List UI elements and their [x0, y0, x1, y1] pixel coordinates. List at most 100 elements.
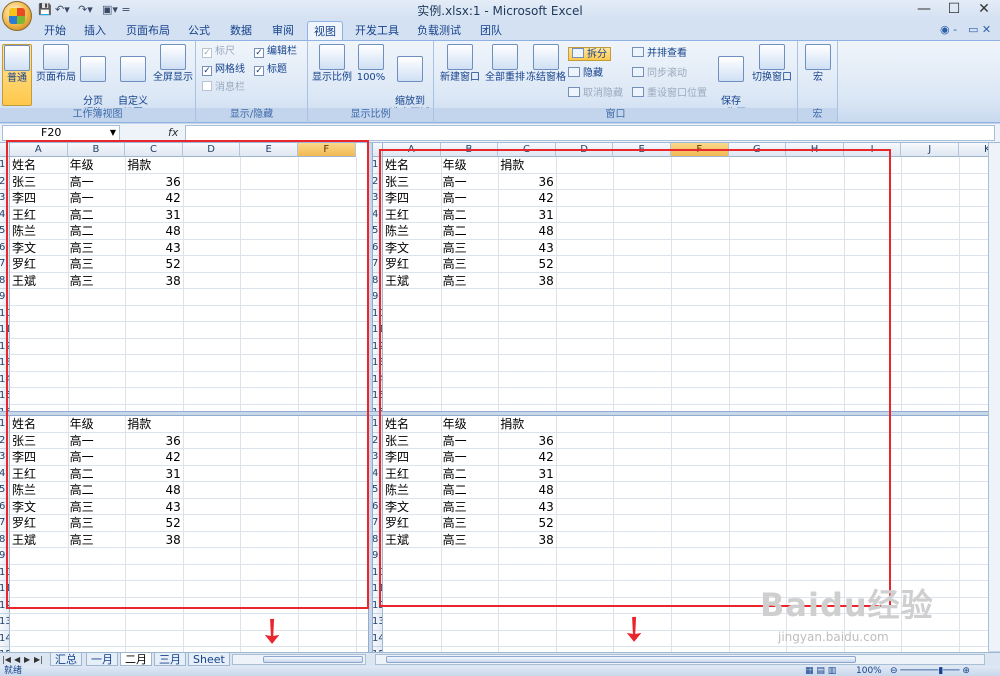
- table-cell[interactable]: 高二: [443, 207, 497, 223]
- freeze-panes-button[interactable]: 冻结窗格: [526, 44, 566, 84]
- table-cell[interactable]: 高三: [443, 532, 497, 548]
- row-header-10[interactable]: 10: [0, 564, 10, 581]
- tab-data[interactable]: 数据: [224, 21, 258, 40]
- table-cell[interactable]: 李文: [12, 240, 66, 256]
- table-cell[interactable]: 48: [500, 223, 554, 239]
- row-header-6[interactable]: 6: [373, 239, 383, 256]
- table-cell[interactable]: 48: [500, 482, 554, 498]
- table-cell[interactable]: 36: [500, 174, 554, 190]
- row-header-9[interactable]: 9: [373, 289, 383, 306]
- row-header-12[interactable]: 12: [373, 597, 383, 614]
- row-header-9[interactable]: 9: [0, 289, 10, 306]
- row-header-3[interactable]: 3: [0, 190, 10, 207]
- table-cell[interactable]: 王红: [385, 207, 439, 223]
- row-header-14[interactable]: 14: [0, 630, 10, 647]
- row-header-12[interactable]: 12: [373, 338, 383, 355]
- column-header-a[interactable]: A: [383, 143, 441, 157]
- tab-formulas[interactable]: 公式: [182, 21, 216, 40]
- table-cell[interactable]: 高三: [443, 256, 497, 272]
- tab-view[interactable]: 视图: [307, 21, 343, 40]
- last-sheet-icon[interactable]: ▶|: [34, 653, 43, 666]
- message-bar-checkbox[interactable]: 消息栏: [202, 81, 245, 95]
- row-header-13[interactable]: 13: [0, 614, 10, 631]
- page-layout-view-button[interactable]: 页面布局: [36, 44, 76, 84]
- switch-windows-button[interactable]: 切换窗口: [750, 44, 794, 84]
- table-cell[interactable]: 罗红: [385, 256, 439, 272]
- column-header-b[interactable]: B: [67, 143, 126, 157]
- row-header-9[interactable]: 9: [0, 548, 10, 565]
- row-header-11[interactable]: 11: [0, 581, 10, 598]
- row-header-13[interactable]: 13: [373, 614, 383, 631]
- arrange-all-button[interactable]: 全部重排: [484, 44, 526, 84]
- view-buttons-icon[interactable]: ▦ ▤ ▥: [805, 666, 836, 676]
- row-header-10[interactable]: 10: [373, 305, 383, 322]
- table-cell[interactable]: 高三: [70, 532, 124, 548]
- table-cell[interactable]: 高三: [443, 499, 497, 515]
- row-header-8[interactable]: 8: [0, 531, 10, 548]
- table-cell[interactable]: 高二: [70, 223, 124, 239]
- table-cell[interactable]: 李文: [12, 499, 66, 515]
- select-all-corner[interactable]: [373, 143, 383, 157]
- table-cell[interactable]: 李文: [385, 240, 439, 256]
- row-header-10[interactable]: 10: [373, 564, 383, 581]
- table-cell[interactable]: 38: [127, 532, 181, 548]
- prev-sheet-icon[interactable]: ◀: [14, 653, 20, 666]
- row-header-14[interactable]: 14: [373, 630, 383, 647]
- table-cell[interactable]: 高三: [70, 515, 124, 531]
- table-cell[interactable]: 罗红: [12, 515, 66, 531]
- table-cell[interactable]: 52: [127, 515, 181, 531]
- table-cell[interactable]: 高二: [443, 466, 497, 482]
- maximize-button[interactable]: ☐: [940, 0, 968, 18]
- row-header-1[interactable]: 1: [0, 157, 10, 174]
- row-header-5[interactable]: 5: [373, 223, 383, 240]
- table-cell[interactable]: 43: [500, 499, 554, 515]
- row-header-1[interactable]: 1: [0, 416, 10, 433]
- ribbon-window-controls-icon[interactable]: ▭ ✕: [968, 23, 991, 36]
- table-cell[interactable]: 高一: [443, 174, 497, 190]
- pane-top-right[interactable]: ABCDEFGHIJK12345678910111213141516姓名年级捐款…: [373, 143, 988, 411]
- table-cell[interactable]: 李四: [385, 449, 439, 465]
- table-cell[interactable]: 43: [500, 240, 554, 256]
- table-cell[interactable]: 38: [127, 273, 181, 289]
- tab-load-test[interactable]: 负载测试: [412, 21, 466, 40]
- table-cell[interactable]: 42: [500, 449, 554, 465]
- row-header-8[interactable]: 8: [0, 272, 10, 289]
- table-cell[interactable]: 张三: [385, 433, 439, 449]
- sheet-tab-january[interactable]: 一月: [86, 653, 118, 666]
- table-cell[interactable]: 高三: [443, 240, 497, 256]
- reset-window-position-button[interactable]: 重设窗口位置: [632, 87, 707, 101]
- row-header-1[interactable]: 1: [373, 157, 383, 174]
- column-header-e[interactable]: E: [240, 143, 298, 157]
- table-cell[interactable]: 36: [500, 433, 554, 449]
- office-button[interactable]: [2, 1, 32, 31]
- row-header-5[interactable]: 5: [0, 223, 10, 240]
- row-header-12[interactable]: 12: [0, 338, 10, 355]
- row-header-8[interactable]: 8: [373, 531, 383, 548]
- table-cell[interactable]: 高一: [70, 449, 124, 465]
- row-header-13[interactable]: 13: [0, 355, 10, 372]
- column-header-b[interactable]: B: [440, 143, 499, 157]
- column-header-d[interactable]: D: [555, 143, 614, 157]
- sheet-tab-february[interactable]: 二月: [120, 653, 152, 666]
- row-header-4[interactable]: 4: [373, 206, 383, 223]
- sheet-tab-summary[interactable]: 汇总: [50, 653, 82, 666]
- table-cell[interactable]: 王红: [12, 466, 66, 482]
- table-cell[interactable]: 31: [500, 207, 554, 223]
- tab-insert[interactable]: 插入: [78, 21, 112, 40]
- table-cell[interactable]: 38: [500, 273, 554, 289]
- table-cell[interactable]: 李四: [385, 190, 439, 206]
- table-cell[interactable]: 42: [500, 190, 554, 206]
- row-header-12[interactable]: 12: [0, 597, 10, 614]
- sheet-tab-march[interactable]: 三月: [154, 653, 186, 666]
- minimize-button[interactable]: —: [910, 0, 938, 18]
- horizontal-split-bar[interactable]: [0, 411, 1000, 416]
- tab-team[interactable]: 团队: [474, 21, 508, 40]
- new-window-button[interactable]: 新建窗口: [438, 44, 482, 84]
- next-sheet-icon[interactable]: ▶: [24, 653, 30, 666]
- tab-developer[interactable]: 开发工具: [350, 21, 404, 40]
- column-header-e[interactable]: E: [613, 143, 671, 157]
- row-header-3[interactable]: 3: [373, 190, 383, 207]
- zoom-100-button[interactable]: 100%: [356, 44, 386, 84]
- sheet-tab-sheet[interactable]: Sheet: [188, 653, 230, 666]
- row-header-6[interactable]: 6: [373, 498, 383, 515]
